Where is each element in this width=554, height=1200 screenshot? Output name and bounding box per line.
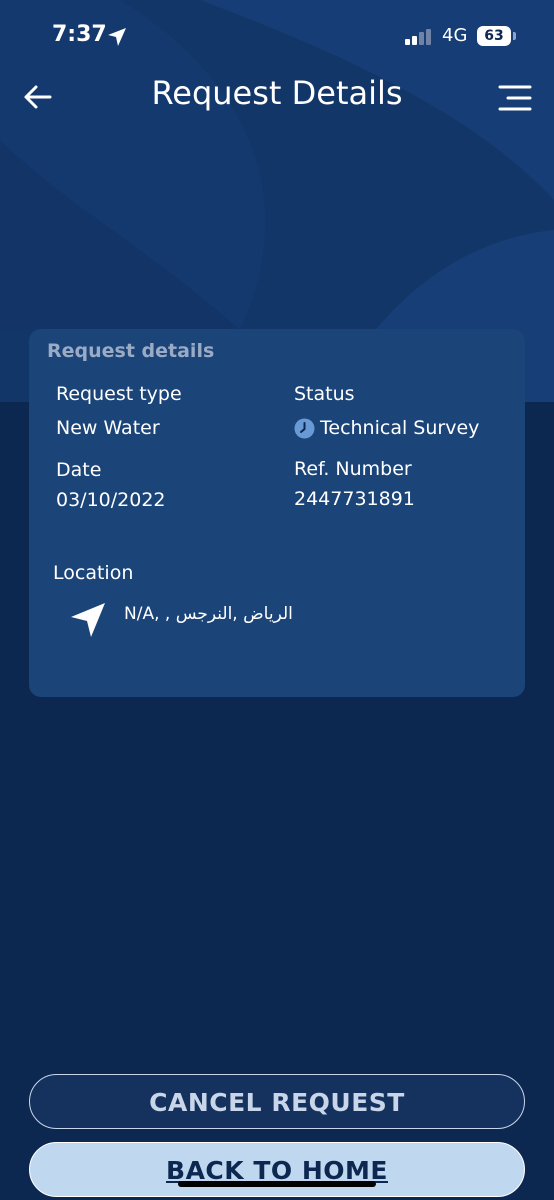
status-value: Technical Survey: [320, 417, 480, 439]
status-label: Status: [294, 383, 355, 405]
date-label: Date: [56, 459, 102, 481]
hamburger-menu-icon[interactable]: [498, 84, 532, 112]
signal-icon: [405, 29, 431, 45]
location-value: N/A, , الرياض ,النرجس: [124, 604, 293, 624]
battery-icon: 63: [477, 26, 511, 46]
home-indicator: [178, 1181, 376, 1187]
battery-tip: [513, 32, 516, 40]
card-title: Request details: [47, 340, 215, 362]
clock-icon: [294, 418, 315, 439]
ref-number-label: Ref. Number: [294, 458, 412, 480]
network-type: 4G: [442, 25, 468, 46]
page-title: Request Details: [151, 74, 403, 112]
request-type-value: New Water: [56, 417, 160, 439]
location-arrow-icon: [108, 28, 126, 46]
cancel-request-button[interactable]: CANCEL REQUEST: [29, 1074, 525, 1129]
ref-number-value: 2447731891: [294, 488, 415, 510]
navigation-arrow-icon: [71, 603, 105, 637]
status-time: 7:37: [52, 22, 107, 47]
location-label: Location: [53, 562, 134, 584]
date-value: 03/10/2022: [56, 489, 166, 511]
request-type-label: Request type: [56, 383, 182, 405]
back-to-home-button[interactable]: BACK TO HOME: [29, 1142, 525, 1197]
